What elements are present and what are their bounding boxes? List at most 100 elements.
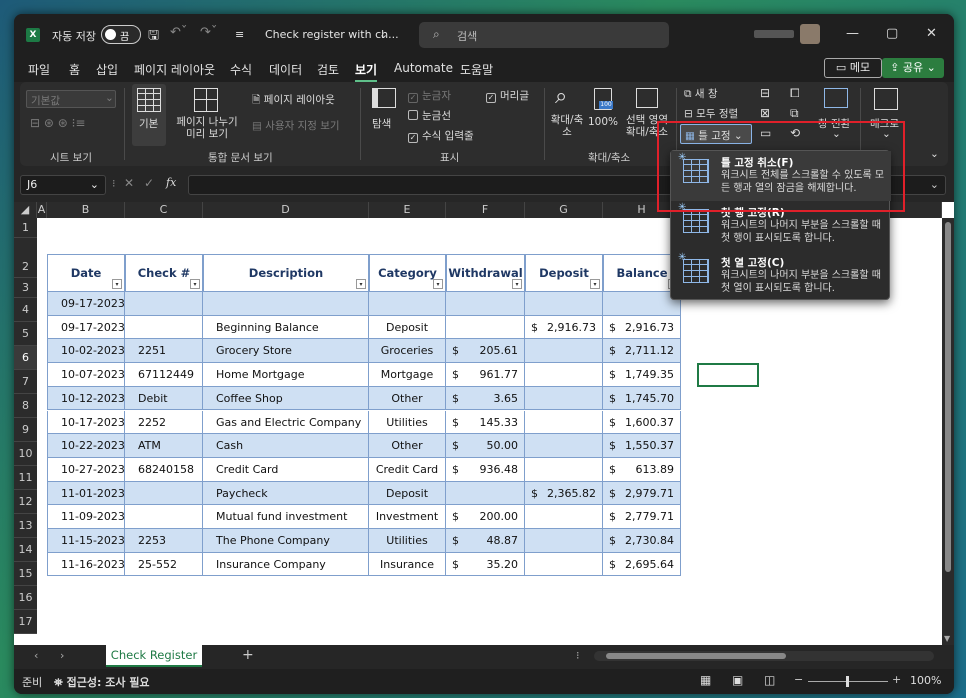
cell-bal[interactable]: $613.89 bbox=[603, 457, 681, 482]
menu-automate[interactable]: Automate bbox=[394, 61, 453, 75]
cell-date[interactable]: 11-16-2023 bbox=[47, 552, 125, 577]
redo-icon[interactable]: ↷ˇ bbox=[200, 25, 217, 40]
cell-dep[interactable] bbox=[525, 363, 603, 387]
cell-wd[interactable]: $3.65 bbox=[446, 386, 525, 411]
cell-date[interactable]: 11-01-2023 bbox=[47, 481, 125, 506]
customize-qat-icon[interactable]: ≡ bbox=[235, 28, 244, 41]
cell-check[interactable]: 25-552 bbox=[125, 552, 203, 577]
cell-dep[interactable]: $2,365.82 bbox=[525, 481, 603, 506]
cell-check[interactable]: 2251 bbox=[125, 339, 203, 364]
cell-wd[interactable]: $48.87 bbox=[446, 529, 525, 553]
keep-view-icon[interactable]: ⊟ ⊛ ⊛ ⁝≡ bbox=[30, 116, 85, 130]
enter-icon[interactable]: ✓ bbox=[144, 176, 154, 190]
cell-wd[interactable]: $961.77 bbox=[446, 363, 525, 387]
column-header-a[interactable]: A bbox=[37, 202, 47, 218]
cell-wd[interactable]: $200.00 bbox=[446, 505, 525, 529]
row-header-11[interactable]: 11 bbox=[14, 466, 37, 490]
cell-desc[interactable]: Beginning Balance bbox=[203, 315, 369, 340]
cell-wd[interactable]: $35.20 bbox=[446, 552, 525, 577]
cell-wd[interactable]: $145.33 bbox=[446, 410, 525, 435]
freeze-first-column-item[interactable]: ✳ 첫 열 고정(C) 워크시트의 나머지 부분을 스크롤할 때 첫 열이 표시… bbox=[671, 251, 891, 301]
cell-cat[interactable]: Mortgage bbox=[369, 363, 446, 387]
row-header-10[interactable]: 10 bbox=[14, 442, 37, 466]
cell-date[interactable]: 10-22-2023 bbox=[47, 434, 125, 458]
cell-check[interactable]: ATM bbox=[125, 434, 203, 458]
normal-view-button[interactable]: 기본 bbox=[132, 84, 166, 146]
cell-date[interactable]: 10-17-2023 bbox=[47, 410, 125, 435]
new-window-button[interactable]: ⧉ 새 창 bbox=[684, 86, 718, 101]
save-icon[interactable]: 🖫 bbox=[148, 26, 159, 48]
select-all-corner[interactable]: ◢ bbox=[14, 202, 37, 218]
cell-check[interactable]: 67112449 bbox=[125, 363, 203, 387]
menu-data[interactable]: 데이터 bbox=[269, 61, 302, 78]
vertical-scrollbar[interactable]: ▼ bbox=[942, 218, 954, 645]
menu-insert[interactable]: 삽입 bbox=[96, 61, 118, 78]
insert-function-button[interactable]: fx bbox=[166, 176, 176, 189]
cell-wd[interactable]: $936.48 bbox=[446, 457, 525, 482]
menu-formulas[interactable]: 수식 bbox=[230, 61, 252, 78]
zoom-slider[interactable] bbox=[808, 676, 888, 687]
cell-dep[interactable] bbox=[525, 552, 603, 577]
page-break-status-icon[interactable]: ◫ bbox=[764, 673, 775, 687]
row-header-4[interactable]: 4 bbox=[14, 298, 37, 322]
row-header-8[interactable]: 8 bbox=[14, 394, 37, 418]
cell-check[interactable]: 68240158 bbox=[125, 457, 203, 482]
cell-check[interactable] bbox=[125, 481, 203, 506]
undo-icon[interactable]: ↶ˇ bbox=[170, 25, 187, 40]
search-box[interactable]: ⌕ 검색 bbox=[419, 22, 669, 48]
cell-bal[interactable]: $2,916.73 bbox=[603, 315, 681, 340]
prev-sheet-icon[interactable]: ‹ bbox=[34, 649, 38, 662]
row-header-17[interactable]: 17 bbox=[14, 610, 37, 634]
cell-wd[interactable]: $205.61 bbox=[446, 339, 525, 364]
zoom-level[interactable]: 100% bbox=[910, 674, 941, 687]
active-cell-j6[interactable] bbox=[697, 363, 759, 387]
cell-check[interactable] bbox=[125, 315, 203, 340]
cell-bal[interactable]: $2,695.64 bbox=[603, 552, 681, 577]
cell-desc[interactable]: Credit Card bbox=[203, 457, 369, 482]
row-header-3[interactable]: 3 bbox=[14, 278, 37, 298]
menu-help[interactable]: 도움말 bbox=[460, 61, 493, 78]
cell-desc[interactable]: The Phone Company bbox=[203, 529, 369, 553]
cell-cat[interactable]: Utilities bbox=[369, 529, 446, 553]
cell-dep[interactable] bbox=[525, 339, 603, 364]
cell-cat[interactable]: Other bbox=[369, 386, 446, 411]
close-button[interactable]: ✕ bbox=[926, 26, 937, 41]
cell-date[interactable]: 11-09-2023 bbox=[47, 505, 125, 529]
row-header-9[interactable]: 9 bbox=[14, 418, 37, 442]
page-layout-view-button[interactable]: 🗎 페이지 레이아웃 bbox=[252, 92, 335, 110]
cell-wd[interactable] bbox=[446, 481, 525, 506]
gridlines-checkbox[interactable]: 눈금선 bbox=[408, 108, 451, 123]
column-header-d[interactable]: D bbox=[203, 202, 369, 218]
cell-bal[interactable]: $2,979.71 bbox=[603, 481, 681, 506]
cell-dep[interactable] bbox=[525, 386, 603, 411]
row-header-16[interactable]: 16 bbox=[14, 586, 37, 610]
row-header-15[interactable]: 15 bbox=[14, 562, 37, 586]
cell-bal[interactable]: $2,779.71 bbox=[603, 505, 681, 529]
headings-checkbox[interactable]: ✓ 머리글 bbox=[486, 88, 529, 103]
cancel-icon[interactable]: ✕ bbox=[124, 176, 134, 190]
cell-desc[interactable]: Grocery Store bbox=[203, 339, 369, 364]
row-header-2[interactable]: 2 bbox=[14, 238, 37, 278]
hide-icon[interactable]: ⊠ bbox=[760, 106, 770, 120]
cell-desc[interactable]: Mutual fund investment bbox=[203, 505, 369, 529]
cell-bal[interactable]: $1,745.70 bbox=[603, 386, 681, 411]
menu-page-layout[interactable]: 페이지 레이아웃 bbox=[134, 61, 215, 78]
cell-check[interactable] bbox=[125, 505, 203, 529]
cell-dep[interactable] bbox=[525, 505, 603, 529]
chevron-down-icon[interactable]: ⌄ bbox=[379, 28, 388, 41]
filter-dropdown-icon[interactable]: ▾ bbox=[356, 279, 366, 289]
filter-dropdown-icon[interactable]: ▾ bbox=[190, 279, 200, 289]
cell-dep[interactable] bbox=[525, 292, 603, 316]
normal-view-status-icon[interactable]: ▦ bbox=[700, 673, 711, 687]
navigate-button[interactable]: 탐색 bbox=[370, 84, 400, 146]
cell-cat[interactable]: Other bbox=[369, 434, 446, 458]
menu-review[interactable]: 검토 bbox=[317, 61, 339, 78]
cell-bal[interactable]: $1,749.35 bbox=[603, 363, 681, 387]
collapse-ribbon-icon[interactable]: ⌄ bbox=[930, 148, 939, 160]
cell-dep[interactable] bbox=[525, 457, 603, 482]
cell-bal[interactable]: $2,730.84 bbox=[603, 529, 681, 553]
accessibility-status[interactable]: ⛯ 접근성: 조사 필요 bbox=[54, 674, 150, 690]
avatar[interactable] bbox=[800, 24, 820, 44]
split-icon[interactable]: ⊟ bbox=[760, 86, 770, 100]
cell-bal[interactable]: $1,550.37 bbox=[603, 434, 681, 458]
